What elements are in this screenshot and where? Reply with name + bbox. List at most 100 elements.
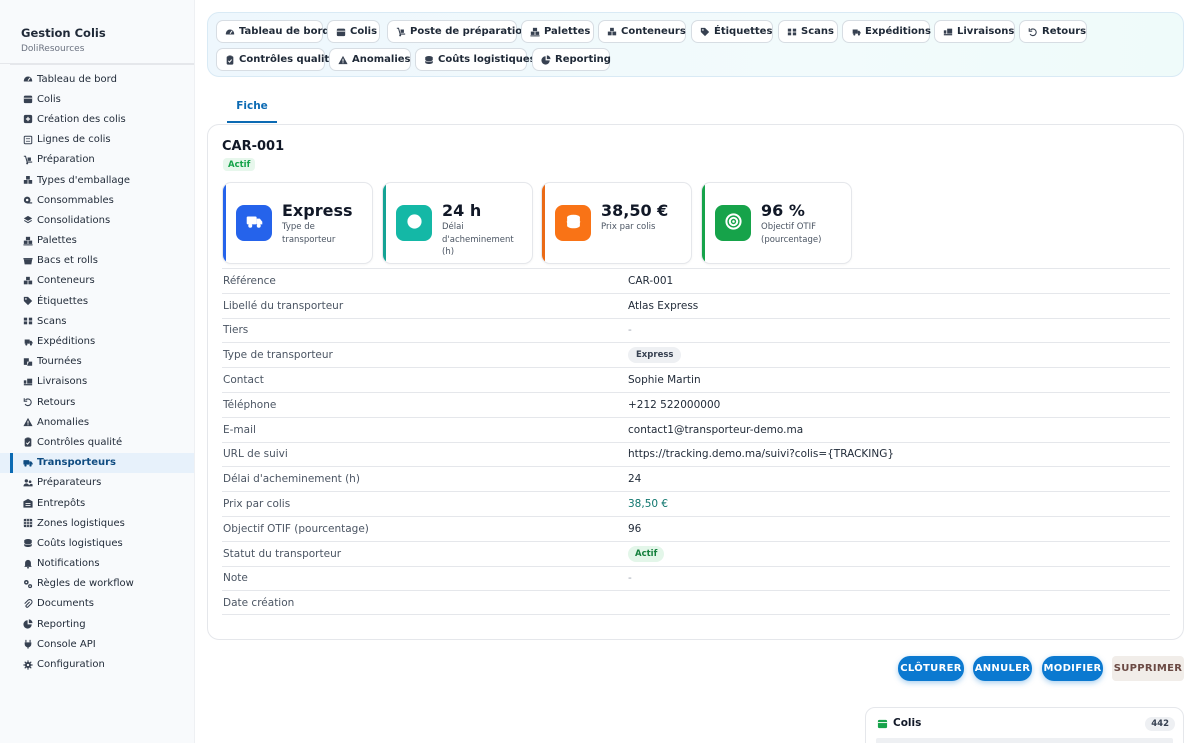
- route-icon: [23, 357, 33, 367]
- sidebar-item[interactable]: Création des colis: [0, 109, 194, 129]
- sidebar-item[interactable]: Documents: [0, 594, 194, 614]
- kpi-icon-tile: [555, 205, 591, 241]
- field-value: +212 522000000: [628, 398, 721, 411]
- top-nav-chip[interactable]: Scans: [778, 20, 838, 43]
- top-nav-chip[interactable]: Tableau de bord: [216, 20, 330, 43]
- sidebar-item[interactable]: Bacs et rolls: [0, 251, 194, 271]
- top-nav-chip[interactable]: Reporting: [532, 48, 611, 71]
- sidebar-item[interactable]: Expéditions: [0, 331, 194, 351]
- field-value: CAR-001: [628, 274, 674, 287]
- warehouse-icon: [23, 498, 33, 508]
- cogs-icon: [23, 579, 33, 589]
- grid-icon: [23, 518, 33, 528]
- sidebar-item-label: Console API: [37, 638, 96, 650]
- kpi-label: Prix par colis: [601, 222, 656, 232]
- kpi-label: Type de transporteur: [282, 222, 336, 245]
- top-nav-chip[interactable]: Contrôles qualité: [216, 48, 336, 71]
- dashboard-icon: [225, 27, 235, 37]
- sidebar-item[interactable]: Règles de workflow: [0, 574, 194, 594]
- sidebar-item[interactable]: Préparation: [0, 150, 194, 170]
- cancel-button[interactable]: ANNULER: [973, 656, 1032, 681]
- edit-button[interactable]: MODIFIER: [1042, 656, 1103, 681]
- detail-row: URL de suivi https://tracking.demo.ma/sui…: [222, 441, 1170, 467]
- top-nav-chip[interactable]: Anomalies: [329, 48, 411, 71]
- kpi-card: Express Type de transporteur: [222, 182, 373, 264]
- detail-row: E-mail contact1@transporteur-demo.ma: [222, 416, 1170, 442]
- sidebar-item[interactable]: Anomalies: [0, 412, 194, 432]
- kpi-value: 96 %: [761, 201, 805, 220]
- top-nav-chip[interactable]: Poste de préparation: [387, 20, 529, 43]
- field-value: 38,50 €: [628, 498, 669, 511]
- kpi-value: Express: [282, 201, 353, 220]
- delete-button[interactable]: SUPPRIMER: [1112, 656, 1184, 681]
- field-value-cell: https://tracking.demo.ma/suivi?colis={TR…: [628, 448, 894, 460]
- top-nav-chip-label: Étiquettes: [714, 26, 773, 37]
- sidebar-item[interactable]: Zones logistiques: [0, 513, 194, 533]
- sidebar-item-label: Conteneurs: [37, 275, 95, 287]
- coins-icon: [565, 213, 582, 233]
- sidebar-item[interactable]: Reporting: [0, 614, 194, 634]
- sidebar-item[interactable]: Types d'emballage: [0, 170, 194, 190]
- sidebar-item[interactable]: Livraisons: [0, 372, 194, 392]
- sidebar-item-label: Création des colis: [37, 113, 126, 125]
- field-value: -: [628, 324, 632, 337]
- sidebar-item[interactable]: Lignes de colis: [0, 130, 194, 150]
- sidebar-item[interactable]: Contrôles qualité: [0, 432, 194, 452]
- top-nav-chip[interactable]: Palettes: [521, 20, 594, 43]
- top-nav-chip[interactable]: Coûts logistiques: [415, 48, 536, 71]
- clipboard-check-icon: [225, 55, 235, 65]
- sidebar-item[interactable]: Entrepôts: [0, 493, 194, 513]
- field-value: Sophie Martin: [628, 374, 701, 387]
- sidebar-item[interactable]: Préparateurs: [0, 473, 194, 493]
- sidebar-item[interactable]: Tournées: [0, 352, 194, 372]
- kpi-card: 96 % Objectif OTIF (pourcentage): [701, 182, 852, 264]
- sidebar-item[interactable]: Consommables: [0, 190, 194, 210]
- sidebar-item[interactable]: Console API: [0, 634, 194, 654]
- top-nav-chip[interactable]: Colis: [327, 20, 380, 43]
- top-nav-chip-label: Reporting: [555, 54, 611, 65]
- sidebar-item[interactable]: Configuration: [0, 654, 194, 674]
- sidebar-item[interactable]: Colis: [0, 89, 194, 109]
- sidebar-item[interactable]: Transporteurs: [0, 452, 194, 473]
- sidebar-item-label: Consolidations: [37, 214, 111, 226]
- detail-row: Tiers -: [222, 317, 1170, 343]
- sidebar-item-label: Scans: [37, 315, 67, 327]
- sidebar-item[interactable]: Étiquettes: [0, 291, 194, 311]
- sidebar-item[interactable]: Tableau de bord: [0, 69, 194, 89]
- kpi-label: Objectif OTIF (pourcentage): [761, 222, 822, 245]
- sidebar-item[interactable]: Coûts logistiques: [0, 533, 194, 553]
- close-button[interactable]: CLÔTURER: [898, 656, 964, 681]
- sidebar-item[interactable]: Conteneurs: [0, 271, 194, 291]
- type-badge: Express: [628, 347, 682, 364]
- sidebar-item-label: Types d'emballage: [37, 174, 131, 186]
- field-label: Statut du transporteur: [223, 547, 342, 560]
- sidebar-item[interactable]: Consolidations: [0, 210, 194, 230]
- tab-fiche[interactable]: Fiche: [227, 90, 277, 123]
- top-nav-chip[interactable]: Étiquettes: [691, 20, 773, 43]
- top-nav-chip[interactable]: Expéditions: [842, 20, 931, 43]
- sidebar-item[interactable]: Retours: [0, 392, 194, 412]
- panel-header-strip: [876, 738, 1173, 743]
- sidebar-item-label: Coûts logistiques: [37, 537, 123, 549]
- detail-row: Libellé du transporteur Atlas Express: [222, 292, 1170, 318]
- top-nav-chip-label: Conteneurs: [621, 26, 686, 37]
- top-nav-chip-label: Coûts logistiques: [438, 54, 536, 65]
- sidebar-item-label: Colis: [37, 93, 61, 105]
- container-icon: [23, 276, 33, 286]
- sidebar-item-label: Zones logistiques: [37, 517, 125, 529]
- box-icon: [336, 27, 346, 37]
- sidebar-item[interactable]: Scans: [0, 311, 194, 331]
- detail-row: Référence CAR-001: [222, 268, 1170, 293]
- top-nav-chip[interactable]: Conteneurs: [598, 20, 686, 43]
- field-label: Libellé du transporteur: [223, 299, 344, 312]
- field-value-cell: -: [628, 324, 632, 336]
- top-nav-chip[interactable]: Retours: [1019, 20, 1087, 43]
- top-nav-chip[interactable]: Livraisons: [934, 20, 1015, 43]
- panel-title: Colis: [877, 717, 921, 729]
- sidebar-item[interactable]: Palettes: [0, 231, 194, 251]
- sidebar-item[interactable]: Notifications: [0, 554, 194, 574]
- app-title: Gestion Colis: [21, 26, 106, 40]
- field-label: Type de transporteur: [223, 349, 333, 362]
- bell-icon: [23, 559, 33, 569]
- top-nav-chip-label: Retours: [1042, 26, 1087, 37]
